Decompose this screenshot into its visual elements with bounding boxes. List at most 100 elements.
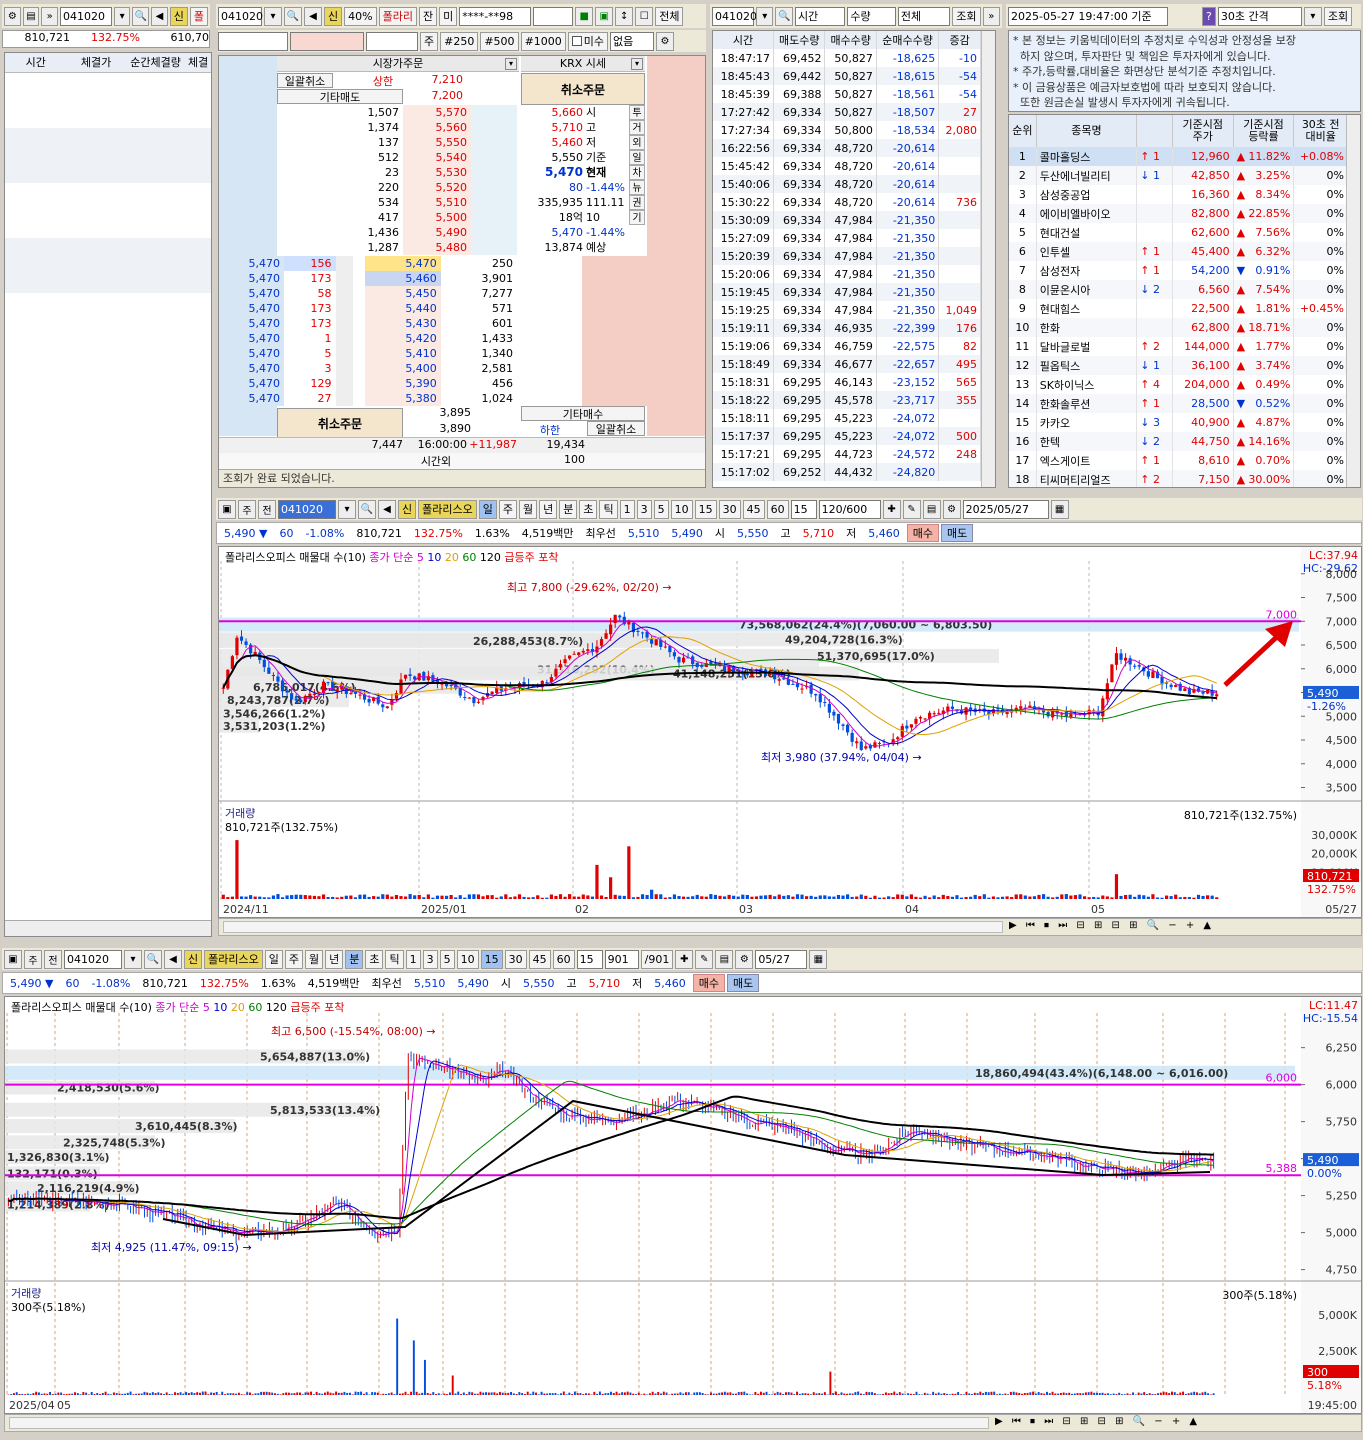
rank-row[interactable]: 10 한화 62,800 ▲ 18.71% 0% xyxy=(1009,318,1348,337)
account-input[interactable]: ****-**98 xyxy=(459,6,532,26)
speaker-icon[interactable]: ◀ xyxy=(151,6,168,26)
rank-row[interactable]: 4 에이비엘바이오 82,800 ▲ 22.85% 0% xyxy=(1009,204,1348,223)
dropdown-arrow-icon[interactable]: ▾ xyxy=(264,6,282,26)
search-icon[interactable]: 🔍 xyxy=(284,6,302,26)
tab-balance[interactable]: 잔 xyxy=(418,6,438,26)
buy-row[interactable]: 5,470 1 5,420 1,433 xyxy=(219,331,647,346)
sell-row[interactable]: 512 5,540 xyxy=(277,150,517,165)
buy-row[interactable]: 5,470 3 5,400 2,581 xyxy=(219,361,647,376)
rank-stock-name[interactable]: 이뮨온시아 xyxy=(1036,280,1138,299)
period-tab-분[interactable]: 분 xyxy=(559,499,578,519)
rank-stock-name[interactable]: SK하이닉스 xyxy=(1036,375,1138,394)
sell-price[interactable]: 5,490 xyxy=(403,225,471,240)
interval-15[interactable]: 15 xyxy=(480,949,503,969)
sell-row[interactable]: 23 5,530 xyxy=(277,165,517,180)
sell-order-cell[interactable] xyxy=(277,210,363,225)
dropdown-arrow-icon[interactable]: ▾ xyxy=(505,58,517,70)
price-input[interactable] xyxy=(218,31,288,51)
search-icon[interactable]: 🔍 xyxy=(132,6,150,26)
cancel-order-bottom[interactable]: 취소주문 xyxy=(277,408,403,438)
credit-toggle[interactable]: 신 xyxy=(169,6,188,26)
speaker-icon[interactable]: ◀ xyxy=(304,6,322,26)
print-icon[interactable]: ▤ xyxy=(22,6,40,26)
side-tab[interactable]: 외 xyxy=(629,135,645,150)
bar-count[interactable]: 120/600 xyxy=(818,499,881,519)
double-chevron-icon[interactable]: » xyxy=(982,6,1001,26)
buy-price[interactable]: 5,420 xyxy=(364,331,441,346)
buy-order-qty[interactable]: 129 xyxy=(283,376,336,391)
buy-order-qty[interactable]: 1 xyxy=(283,331,336,346)
rank-row[interactable]: 3 삼성중공업 16,360 ▲ 8.34% 0% xyxy=(1009,185,1348,204)
buy-price[interactable]: 5,400 xyxy=(364,361,441,376)
sell-row[interactable]: 220 5,520 xyxy=(277,180,517,195)
gear-icon[interactable]: ⚙ xyxy=(735,949,754,969)
side-tab[interactable]: 권 xyxy=(629,195,645,210)
sell-order-cell[interactable] xyxy=(277,150,363,165)
stock-mode-icon[interactable]: 주 xyxy=(238,499,256,519)
side-tab[interactable]: 거 xyxy=(629,120,645,135)
rank-row[interactable]: 7 삼성전자 ↑ 1 54,200 ▼ 0.91% 0% xyxy=(1009,261,1348,280)
rank-row[interactable]: 5 현대건설 62,600 ▲ 7.56% 0% xyxy=(1009,223,1348,242)
help-button[interactable]: ? xyxy=(1202,6,1216,26)
credit-badge[interactable]: 신 xyxy=(398,499,417,519)
rank-row[interactable]: 6 인투셀 ↑ 1 45,400 ▲ 6.32% 0% xyxy=(1009,242,1348,261)
green-doc-icon[interactable]: ▣ xyxy=(595,6,614,26)
period-tab-초[interactable]: 초 xyxy=(365,949,384,969)
dropdown-arrow-icon[interactable]: ▾ xyxy=(631,58,643,70)
prev-icon[interactable]: 전 xyxy=(44,949,62,969)
cancel-all-top[interactable]: 일괄취소 xyxy=(277,73,333,88)
credit-badge[interactable]: 신 xyxy=(324,6,343,26)
cancel-order-top[interactable]: 취소주문 xyxy=(521,73,645,105)
left-scrollbar[interactable] xyxy=(5,920,211,936)
buy-order-price[interactable]: 5,470 xyxy=(219,391,284,406)
interval-select[interactable]: 30초 간격 xyxy=(1217,6,1302,26)
sell-order-cell[interactable] xyxy=(277,135,363,150)
buy-price[interactable]: 5,430 xyxy=(364,316,441,331)
rank-stock-name[interactable]: 두산에너빌리티 xyxy=(1036,166,1138,185)
qty-250-button[interactable]: #250 xyxy=(440,31,479,51)
crosshair-icon[interactable]: ✚ xyxy=(882,499,901,519)
buy-order-qty[interactable]: 173 xyxy=(283,316,336,331)
interval-30[interactable]: 30 xyxy=(718,499,741,519)
dropdown-arrow-icon[interactable]: ▾ xyxy=(338,499,356,519)
dropdown-arrow-icon[interactable]: ▾ xyxy=(124,949,142,969)
save-icon[interactable]: ▤ xyxy=(922,499,941,519)
buy-price[interactable]: 5,410 xyxy=(364,346,441,361)
qty-500-button[interactable]: #500 xyxy=(480,31,519,51)
buy-row[interactable]: 5,470 58 5,450 7,277 xyxy=(219,286,647,301)
interval-45[interactable]: 45 xyxy=(742,499,765,519)
chart1-nav-icons[interactable]: ▶ ⏮ ⏹ ⏭ ⊟ ⊞ ⊟ ⊞ 🔍 − + ▲ xyxy=(1009,920,1214,931)
rank-row[interactable]: 2 두산에너빌리티 ↓ 1 42,850 ▲ 3.25% 0% xyxy=(1009,166,1348,185)
sell-order-cell[interactable] xyxy=(277,180,363,195)
side-tab[interactable]: 차 xyxy=(629,165,645,180)
sell-row[interactable]: 1,287 5,480 xyxy=(277,240,517,255)
buy-order-qty[interactable]: 5 xyxy=(283,346,336,361)
period-tab-년[interactable]: 년 xyxy=(325,949,344,969)
interval-3[interactable]: 3 xyxy=(636,499,652,519)
interval-45[interactable]: 45 xyxy=(528,949,551,969)
rank-stock-name[interactable]: 티씨머티리얼즈 xyxy=(1036,470,1138,487)
rank-row[interactable]: 15 카카오 ↓ 3 40,900 ▲ 4.87% 0% xyxy=(1009,413,1348,432)
rank-stock-name[interactable]: 카카오 xyxy=(1036,413,1138,432)
trades-query-button[interactable]: 조회 xyxy=(952,6,981,26)
interval-1[interactable]: 1 xyxy=(619,499,635,519)
sell-row[interactable]: 137 5,550 xyxy=(277,135,517,150)
rank-stock-name[interactable]: 한화솔루션 xyxy=(1036,394,1138,413)
sell-order-cell[interactable] xyxy=(277,120,363,135)
calendar-icon[interactable]: ▦ xyxy=(809,949,828,969)
prev-icon[interactable]: 전 xyxy=(258,499,276,519)
sell-button[interactable]: 매도 xyxy=(727,974,760,992)
rank-row[interactable]: 9 현대힘스 22,500 ▲ 1.81% +0.45% xyxy=(1009,299,1348,318)
rank-stock-name[interactable]: 현대힘스 xyxy=(1036,299,1138,318)
buy-order-qty[interactable]: 173 xyxy=(283,271,336,286)
search-icon[interactable]: 🔍 xyxy=(358,499,376,519)
qty-1000-button[interactable]: #1000 xyxy=(520,31,566,51)
sell-button[interactable]: 매도 xyxy=(941,524,974,542)
trades-code-input[interactable]: 041020 xyxy=(712,6,757,26)
interval-5[interactable]: 5 xyxy=(439,949,455,969)
interval-30[interactable]: 30 xyxy=(504,949,527,969)
rank-stock-name[interactable]: 현대건설 xyxy=(1036,223,1138,242)
interval-10[interactable]: 10 xyxy=(670,499,693,519)
stock-code-input[interactable]: 041020 xyxy=(59,6,112,26)
buy-order-qty[interactable]: 156 xyxy=(283,256,336,271)
